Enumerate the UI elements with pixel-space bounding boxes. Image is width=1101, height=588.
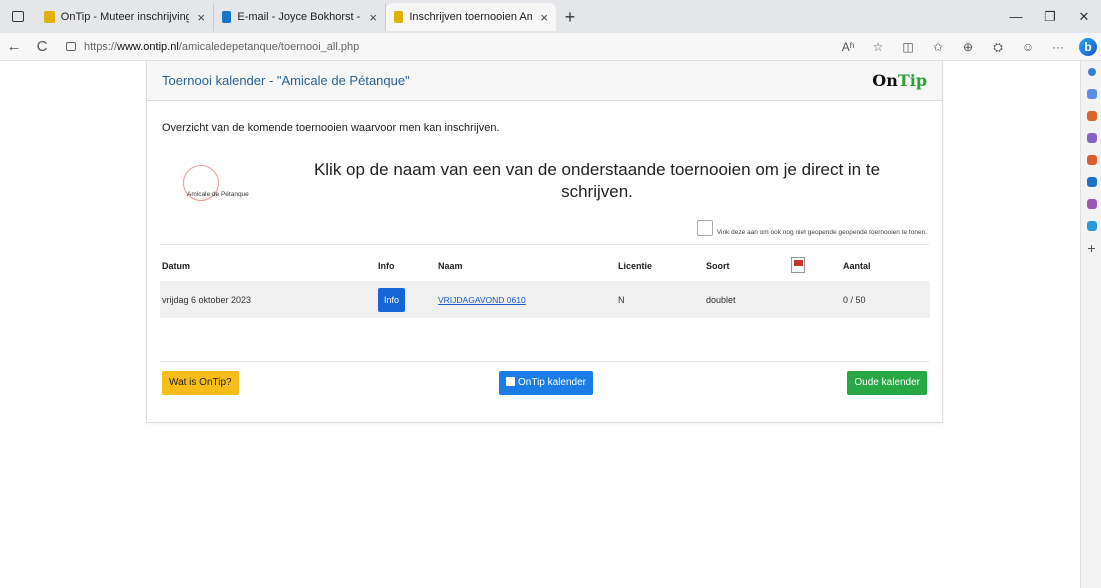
ontip-favicon-icon [394,11,404,23]
copilot-icon[interactable]: b [1079,38,1097,56]
table-row: vrijdag 6 oktober 2023 Info VRIJDAGAVOND… [160,281,930,318]
extensions-icon[interactable]: ⛭ [983,40,1013,55]
tab-title: OnTip - Muteer inschrijvingen [60,11,190,23]
calendar-icon [506,377,515,386]
ontip-kalender-button[interactable]: OnTip kalender [499,371,593,395]
cell-info: Info [378,281,438,318]
info-button[interactable]: Info [378,287,406,312]
headline: Klik op de naam van een van de onderstaa… [313,160,881,201]
tab-actions-button[interactable] [0,0,36,33]
tournaments-table: Datum Info Naam Licentie Soort Aantal vr… [160,251,930,318]
col-licentie: Licentie [618,261,653,271]
tab-title: Inschrijven toernooien Amicale d [409,11,533,23]
club-name: Amicale de Pétanque [187,191,249,198]
url-host: www.ontip.nl [117,40,179,53]
window-controls: — ❐ ✕ [999,0,1101,33]
tab-inschrijven-toernooien[interactable]: Inschrijven toernooien Amicale d × [386,3,556,31]
tab-email-outlook[interactable]: E-mail - Joyce Bokhorst - Outloo × [214,3,386,31]
profile-icon[interactable]: ☺ [1013,40,1043,54]
tab-close-icon[interactable]: × [369,10,377,25]
tournament-link[interactable]: VRIJDAGAVOND 0610 [438,295,526,305]
url-prefix: https:// [84,40,118,53]
button-row: Wat is OnTip? OnTip kalender Oude kalend… [162,371,927,395]
col-aantal: Aantal [843,261,871,271]
address-bar[interactable]: https://www.ontip.nl/amicaledepetanque/t… [60,36,780,58]
cell-soort: doublet [706,281,791,318]
favorite-star-icon[interactable]: ☆ [863,40,893,54]
reload-button[interactable]: C [28,38,56,55]
cell-aantal: 0 / 50 [843,281,930,318]
drop-icon[interactable] [1081,215,1101,237]
designer-icon[interactable] [1081,193,1101,215]
read-aloud-icon[interactable]: Aʱ [833,40,863,54]
cell-naam: VRIJDAGAVOND 0610 [438,281,618,318]
page-viewport: Toernooi kalender - "Amicale de Pétanque… [0,61,1080,588]
search-icon[interactable] [1081,61,1101,83]
ontip-favicon-icon [44,11,55,23]
briefcase-icon[interactable] [1081,105,1101,127]
people-icon[interactable] [1081,127,1101,149]
tab-ontip-muteer[interactable]: OnTip - Muteer inschrijvingen × [36,3,214,31]
tab-close-icon[interactable]: × [540,10,548,25]
cell-pdf [791,281,843,318]
tab-title: E-mail - Joyce Bokhorst - Outloo [237,11,361,23]
new-tab-button[interactable]: + [556,3,584,31]
intro-text: Overzicht van de komende toernooien waar… [162,122,500,134]
show-unopened-row: Vink deze aan om ook nog niet geopende g… [696,220,927,236]
card-header: Toernooi kalender - "Amicale de Pétanque… [147,61,942,101]
toolbar-icons: Aʱ ☆ ◫ ✩ ⊕ ⛭ ☺ ··· b [833,33,1101,61]
outlook-icon[interactable] [1081,171,1101,193]
outlook-favicon-icon [222,11,232,23]
divider [160,244,929,245]
col-datum: Datum [162,261,191,271]
tab-close-icon[interactable]: × [197,10,205,25]
page-title: Toernooi kalender - "Amicale de Pétanque… [162,73,410,88]
col-info: Info [378,261,395,271]
edge-sidebar: + [1080,61,1101,588]
tab-strip: OnTip - Muteer inschrijvingen × E-mail -… [0,0,1101,33]
office-icon[interactable] [1081,149,1101,171]
wat-is-ontip-button[interactable]: Wat is OnTip? [162,371,239,395]
show-unopened-checkbox[interactable] [696,220,713,236]
back-button[interactable]: ← [0,38,28,55]
more-menu-icon[interactable]: ··· [1043,40,1073,54]
url-path: /amicaledepetanque/toernooi_all.php [178,40,360,53]
divider [160,361,929,362]
logo-on: On [872,71,898,90]
oude-kalender-button[interactable]: Oude kalender [847,371,927,395]
collections-icon[interactable]: ⊕ [953,40,983,54]
add-icon[interactable]: + [1081,237,1101,259]
minimize-button[interactable]: — [999,9,1033,24]
split-screen-icon[interactable]: ◫ [893,40,923,54]
lock-icon [66,42,76,51]
favorites-icon[interactable]: ✩ [923,40,953,54]
cell-licentie: N [618,281,706,318]
cell-datum: vrijdag 6 oktober 2023 [160,281,378,318]
shopping-tag-icon[interactable] [1081,83,1101,105]
close-window-button[interactable]: ✕ [1067,9,1101,25]
pdf-icon[interactable] [791,257,805,273]
checkbox-label: Vink deze aan om ook nog niet geopende g… [716,229,927,236]
calendar-card: Toernooi kalender - "Amicale de Pétanque… [146,61,943,423]
tab-actions-icon [12,11,24,22]
restore-button[interactable]: ❐ [1033,9,1067,25]
ontip-logo: OnTip [872,71,927,90]
browser-toolbar: ← C https://www.ontip.nl/amicaledepetanq… [0,33,1101,61]
logo-tip: Tip [897,71,927,90]
table-header-row: Datum Info Naam Licentie Soort Aantal [160,251,930,281]
col-pdf [791,251,843,281]
ontip-kalender-label: OnTip kalender [518,377,586,388]
col-soort: Soort [706,261,730,271]
col-naam: Naam [438,261,463,271]
